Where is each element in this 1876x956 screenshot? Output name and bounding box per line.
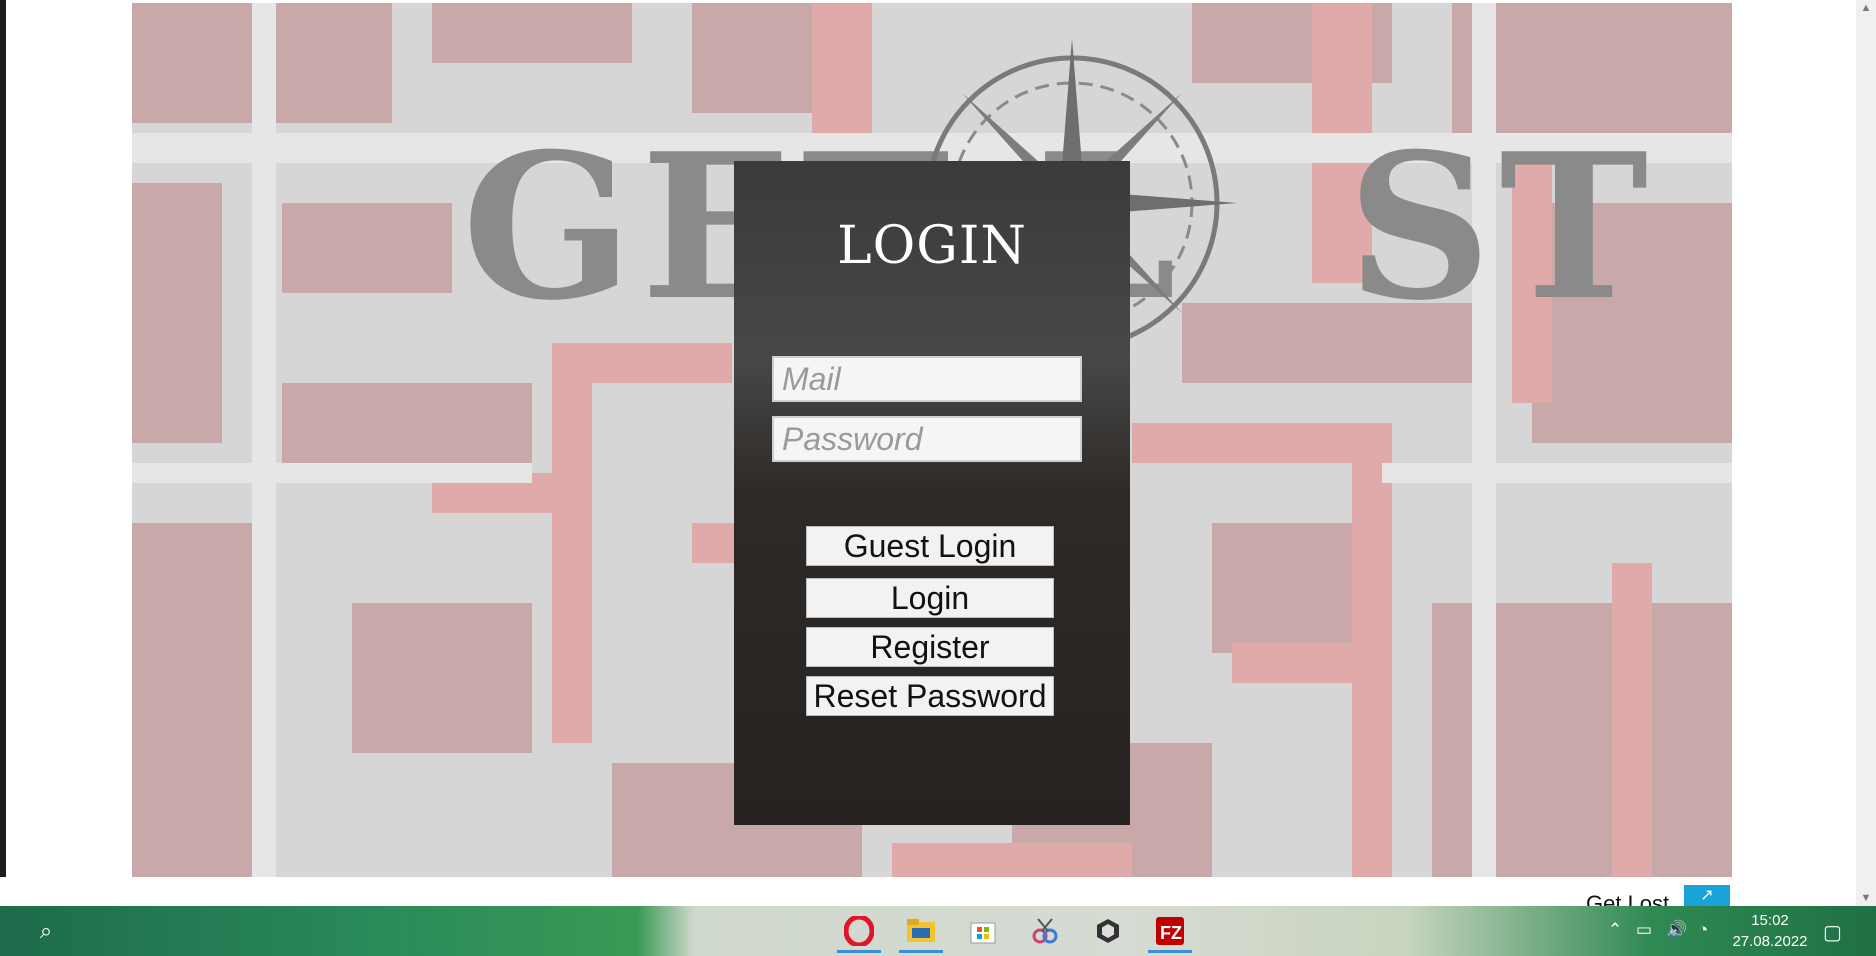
taskbar: ⌕ FZ ⌃ ▭ 🔊 ◔ 15:02 27.08.2022 ▢: [0, 906, 1876, 956]
page-footer: Get Lost ↗: [0, 877, 1856, 916]
scroll-up-icon[interactable]: ▲: [1856, 0, 1876, 16]
expand-icon[interactable]: ↗: [1684, 885, 1730, 906]
filezilla-icon[interactable]: FZ: [1148, 914, 1192, 953]
clock-date: 27.08.2022: [1732, 933, 1808, 950]
unity-icon[interactable]: [1090, 914, 1126, 948]
login-button[interactable]: Login: [806, 578, 1054, 618]
login-panel: LOGIN Guest Login Login Register Reset P…: [734, 161, 1130, 825]
microsoft-store-icon[interactable]: [965, 914, 1001, 948]
svg-text:FZ: FZ: [1160, 923, 1182, 943]
system-clock[interactable]: 15:02 27.08.2022: [1730, 910, 1810, 952]
wifi-icon[interactable]: ◔: [1698, 920, 1708, 940]
volume-icon[interactable]: 🔊: [1666, 920, 1687, 940]
notifications-icon[interactable]: ▢: [1823, 920, 1842, 945]
guest-login-button[interactable]: Guest Login: [806, 526, 1054, 566]
show-hidden-icons-icon[interactable]: ⌃: [1608, 920, 1622, 940]
file-explorer-icon[interactable]: [899, 914, 943, 953]
login-title: LOGIN: [837, 216, 1027, 276]
snipping-tool-icon[interactable]: [1027, 914, 1063, 948]
mail-input[interactable]: [772, 356, 1082, 402]
clock-time: 15:02: [1751, 912, 1789, 929]
battery-icon[interactable]: ▭: [1636, 920, 1652, 940]
page-scrollbar[interactable]: ▲ ▼: [1856, 0, 1876, 906]
reset-password-button[interactable]: Reset Password: [806, 676, 1054, 716]
scroll-down-icon[interactable]: ▼: [1856, 890, 1876, 906]
game-canvas[interactable]: GET L ST LOGIN Guest Login Login Registe…: [132, 3, 1732, 877]
register-button[interactable]: Register: [806, 627, 1054, 667]
opera-icon[interactable]: [837, 914, 881, 953]
logo-text-right: ST: [1347, 110, 1657, 345]
password-input[interactable]: [772, 416, 1082, 462]
search-icon[interactable]: ⌕: [28, 914, 64, 948]
window-left-edge: [0, 0, 6, 906]
